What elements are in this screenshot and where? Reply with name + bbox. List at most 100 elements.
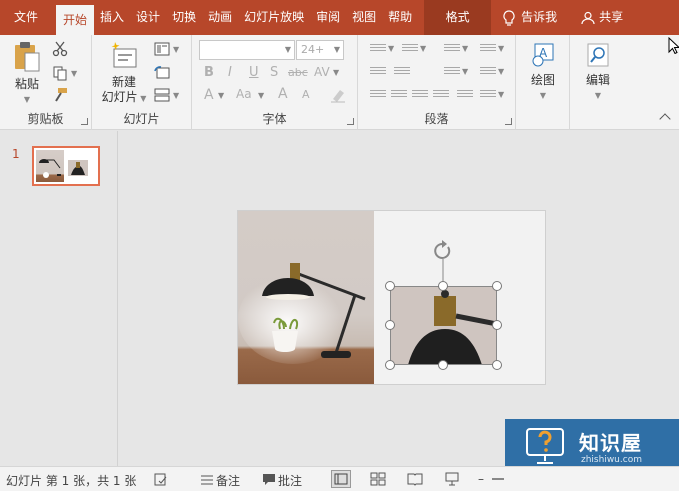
new-slide-button[interactable]: 新建 幻灯片 ▼ xyxy=(100,41,148,106)
resize-handle-top[interactable] xyxy=(438,281,448,291)
tab-insert[interactable]: 插入 xyxy=(94,0,130,35)
format-painter-icon[interactable] xyxy=(52,87,68,103)
columns-dropdown-icon[interactable]: ▼ xyxy=(462,67,468,76)
decrease-indent-icon[interactable] xyxy=(370,67,386,79)
paste-button[interactable]: 粘贴 ▼ xyxy=(8,41,46,107)
slide-thumbnail[interactable] xyxy=(32,146,100,186)
person-icon xyxy=(581,11,595,24)
zoom-slider[interactable] xyxy=(492,478,504,480)
normal-view-button[interactable] xyxy=(331,470,351,488)
font-size-value: 24+ xyxy=(301,43,325,56)
change-case-dropdown-icon[interactable]: ▼ xyxy=(258,91,264,100)
resize-handle-bottom-left[interactable] xyxy=(385,360,395,370)
new-slide-label-2: 幻灯片 xyxy=(101,90,138,104)
strikethrough-button[interactable]: abc xyxy=(288,66,308,79)
resize-handle-top-left[interactable] xyxy=(385,281,395,291)
shadow-button[interactable]: S xyxy=(270,65,278,80)
tab-slideshow[interactable]: 幻灯片放映 xyxy=(238,0,310,35)
bullets-icon[interactable] xyxy=(370,44,386,56)
line-spacing-dropdown-icon[interactable]: ▼ xyxy=(462,44,468,53)
line-spacing-icon[interactable] xyxy=(444,44,460,56)
drawing-label: 绘图 xyxy=(530,73,555,87)
comments-button[interactable]: 批注 xyxy=(278,472,302,489)
paragraph-group: ▼ ▼ ▼ ▼ ▼ ▼ ▼ 段落 xyxy=(358,35,516,130)
drawing-group: A 绘图 ▼ xyxy=(516,35,570,130)
paragraph-launcher-icon[interactable] xyxy=(505,118,512,125)
copy-dropdown-icon[interactable]: ▼ xyxy=(71,69,77,78)
shapes-icon: A xyxy=(532,43,554,67)
tab-view[interactable]: 视图 xyxy=(346,0,382,35)
tab-file[interactable]: 文件 xyxy=(8,0,44,35)
clear-formatting-icon[interactable] xyxy=(330,87,346,103)
lamp-photo[interactable] xyxy=(238,211,374,384)
align-center-icon[interactable] xyxy=(391,90,407,102)
copy-icon[interactable] xyxy=(52,65,68,81)
text-direction-icon[interactable] xyxy=(480,44,496,56)
resize-handle-right[interactable] xyxy=(492,320,502,330)
spell-check-icon[interactable] xyxy=(154,473,168,486)
smartart-icon[interactable] xyxy=(480,90,496,102)
tab-help[interactable]: 帮助 xyxy=(382,0,418,35)
align-text-dropdown-icon[interactable]: ▼ xyxy=(498,67,504,76)
columns-icon[interactable] xyxy=(444,67,460,79)
align-text-icon[interactable] xyxy=(480,67,496,79)
increase-indent-icon[interactable] xyxy=(394,67,410,79)
font-size-combo[interactable]: 24+ ▼ xyxy=(296,40,344,60)
section-dropdown-icon[interactable]: ▼ xyxy=(173,91,179,100)
justify-icon[interactable] xyxy=(433,90,449,102)
powerpoint-window: 文件 开始 插入 设计 切换 动画 幻灯片放映 审阅 视图 帮助 格式 告诉我 … xyxy=(0,0,679,491)
tab-transitions[interactable]: 切换 xyxy=(166,0,202,35)
tab-format[interactable]: 格式 xyxy=(424,0,492,35)
editing-button[interactable]: 编辑 ▼ xyxy=(576,41,620,103)
text-direction-dropdown-icon[interactable]: ▼ xyxy=(498,44,504,53)
zoom-out-button[interactable]: – xyxy=(478,472,484,486)
clipboard-launcher-icon[interactable] xyxy=(81,118,88,125)
resize-handle-left[interactable] xyxy=(385,320,395,330)
slide-sorter-icon[interactable] xyxy=(370,472,386,486)
resize-handle-top-right[interactable] xyxy=(492,281,502,291)
tab-animations[interactable]: 动画 xyxy=(202,0,238,35)
smartart-dropdown-icon[interactable]: ▼ xyxy=(498,90,504,99)
resize-handle-bottom[interactable] xyxy=(438,360,448,370)
layout-dropdown-icon[interactable]: ▼ xyxy=(173,45,179,54)
change-case-button[interactable]: Aa xyxy=(236,87,252,101)
watermark-title: 知识屋 xyxy=(579,431,642,455)
share-button[interactable]: 共享 xyxy=(581,0,623,35)
bullets-dropdown-icon[interactable]: ▼ xyxy=(388,44,394,53)
drawing-button[interactable]: A 绘图 ▼ xyxy=(522,41,564,103)
grow-font-button[interactable]: A xyxy=(278,86,288,102)
notes-button[interactable]: 备注 xyxy=(216,472,240,489)
align-left-icon[interactable] xyxy=(370,90,386,102)
italic-button[interactable]: I xyxy=(228,65,232,80)
tab-design[interactable]: 设计 xyxy=(130,0,166,35)
font-color-button[interactable]: A xyxy=(204,87,214,103)
tab-review[interactable]: 审阅 xyxy=(310,0,346,35)
resize-handle-bottom-right[interactable] xyxy=(492,360,502,370)
section-icon[interactable] xyxy=(154,87,170,103)
tab-home[interactable]: 开始 xyxy=(56,5,95,35)
slideshow-icon[interactable] xyxy=(445,472,459,486)
font-color-dropdown-icon[interactable]: ▼ xyxy=(218,91,224,100)
font-launcher-icon[interactable] xyxy=(347,118,354,125)
shrink-font-button[interactable]: A xyxy=(302,88,310,101)
font-name-combo[interactable]: ▼ xyxy=(199,40,295,60)
numbering-icon[interactable] xyxy=(402,44,418,56)
new-slide-icon xyxy=(111,42,137,68)
collapse-ribbon-icon[interactable] xyxy=(659,113,671,125)
tell-me-box[interactable]: 告诉我 xyxy=(499,0,561,35)
underline-button[interactable]: U xyxy=(249,65,259,80)
bold-button[interactable]: B xyxy=(204,65,214,80)
paste-dropdown-icon: ▼ xyxy=(23,95,31,104)
align-right-icon[interactable] xyxy=(412,90,428,102)
paste-icon xyxy=(15,42,40,72)
distributed-icon[interactable] xyxy=(457,90,473,102)
slide-canvas[interactable] xyxy=(237,210,546,385)
reading-view-icon[interactable] xyxy=(407,472,423,486)
char-spacing-button[interactable]: AV xyxy=(314,65,330,79)
layout-icon[interactable] xyxy=(154,41,170,57)
editing-dropdown-icon: ▼ xyxy=(594,91,602,100)
numbering-dropdown-icon[interactable]: ▼ xyxy=(420,44,426,53)
cut-icon[interactable] xyxy=(52,41,68,57)
char-spacing-dropdown-icon[interactable]: ▼ xyxy=(333,68,339,77)
reset-icon[interactable] xyxy=(154,65,170,81)
